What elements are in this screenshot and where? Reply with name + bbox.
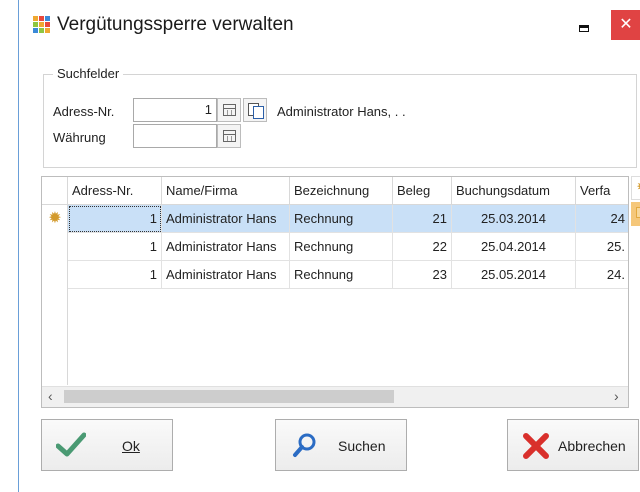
table-cell[interactable]: 25.05.2014 — [452, 261, 576, 289]
scroll-right-icon[interactable]: › — [614, 388, 619, 404]
scroll-left-icon[interactable]: ‹ — [48, 388, 53, 404]
grid-settings-button[interactable]: ✹ — [631, 176, 640, 200]
search-fields-legend: Suchfelder — [53, 66, 124, 81]
address-lookup-button[interactable] — [217, 98, 241, 122]
column-header-bezeichnung[interactable]: Bezeichnung — [290, 177, 393, 205]
table-cell[interactable]: 1 — [68, 261, 162, 289]
table-cell[interactable]: Administrator Hans — [162, 261, 290, 289]
row-indicator-header — [42, 177, 68, 205]
table-cell[interactable]: 22 — [393, 233, 452, 261]
search-button[interactable]: Suchen — [275, 419, 407, 471]
window-title: Vergütungssperre verwalten — [57, 14, 294, 35]
address-name-text: Administrator Hans, . . — [277, 104, 406, 119]
minimize-button[interactable] — [569, 14, 599, 38]
checkmark-icon — [56, 432, 86, 457]
table-cell[interactable]: Rechnung — [290, 233, 393, 261]
address-number-label: Adress-Nr. — [53, 104, 115, 119]
column-header-verfall[interactable]: Verfa — [576, 177, 628, 205]
column-header-name[interactable]: Name/Firma — [162, 177, 290, 205]
row-indicator[interactable]: ✹ — [42, 205, 68, 233]
gear-icon: ✹ — [48, 210, 62, 227]
table-cell[interactable]: Administrator Hans — [162, 233, 290, 261]
column-header-adress-nr[interactable]: Adress-Nr. — [68, 177, 162, 205]
table-cell[interactable]: 25.04.2014 — [452, 233, 576, 261]
scrollbar-thumb[interactable] — [64, 390, 394, 403]
table-cell[interactable]: 25. — [576, 233, 628, 261]
ok-button-label: Ok — [122, 438, 140, 454]
table-cell[interactable]: 1 — [68, 205, 162, 233]
table-cell[interactable]: 1 — [68, 233, 162, 261]
search-button-label: Suchen — [338, 438, 386, 454]
row-indicator[interactable] — [42, 233, 68, 261]
horizontal-scrollbar[interactable]: ‹ › — [42, 386, 628, 407]
title-bar[interactable]: Vergütungssperre verwalten ✕ — [19, 0, 640, 52]
currency-input[interactable] — [133, 124, 217, 148]
column-header-beleg[interactable]: Beleg — [393, 177, 452, 205]
cancel-button[interactable]: Abbrechen — [507, 419, 639, 471]
cancel-x-icon — [523, 433, 549, 459]
close-button[interactable]: ✕ — [611, 10, 640, 40]
table-cell[interactable]: Rechnung — [290, 205, 393, 233]
row-indicator-empty — [42, 289, 68, 385]
table-cell[interactable]: 24. — [576, 261, 628, 289]
column-header-buchungsdatum[interactable]: Buchungsdatum — [452, 177, 576, 205]
table-cell[interactable]: Rechnung — [290, 261, 393, 289]
app-grid-icon — [33, 16, 50, 33]
address-number-input[interactable]: 1 — [133, 98, 217, 122]
table-cell[interactable]: 24 — [576, 205, 628, 233]
results-grid[interactable]: Adress-Nr. Name/Firma Bezeichnung Beleg … — [41, 176, 629, 408]
table-lookup-icon — [223, 104, 236, 116]
gear-icon: ✹ — [636, 179, 640, 196]
table-cell[interactable]: 21 — [393, 205, 452, 233]
address-copy-button[interactable] — [243, 98, 267, 122]
grid-notes-button[interactable] — [631, 202, 640, 226]
table-cell[interactable]: Administrator Hans — [162, 205, 290, 233]
search-icon — [293, 433, 316, 457]
ok-button[interactable]: Ok — [41, 419, 173, 471]
currency-lookup-button[interactable] — [217, 124, 241, 148]
row-indicator[interactable] — [42, 261, 68, 289]
table-cell[interactable]: 23 — [393, 261, 452, 289]
dialog-window: Vergütungssperre verwalten ✕ Suchfelder … — [18, 0, 640, 492]
cancel-button-label: Abbrechen — [558, 438, 626, 454]
table-lookup-icon — [223, 130, 236, 142]
table-cell[interactable]: 25.03.2014 — [452, 205, 576, 233]
currency-label: Währung — [53, 130, 106, 145]
